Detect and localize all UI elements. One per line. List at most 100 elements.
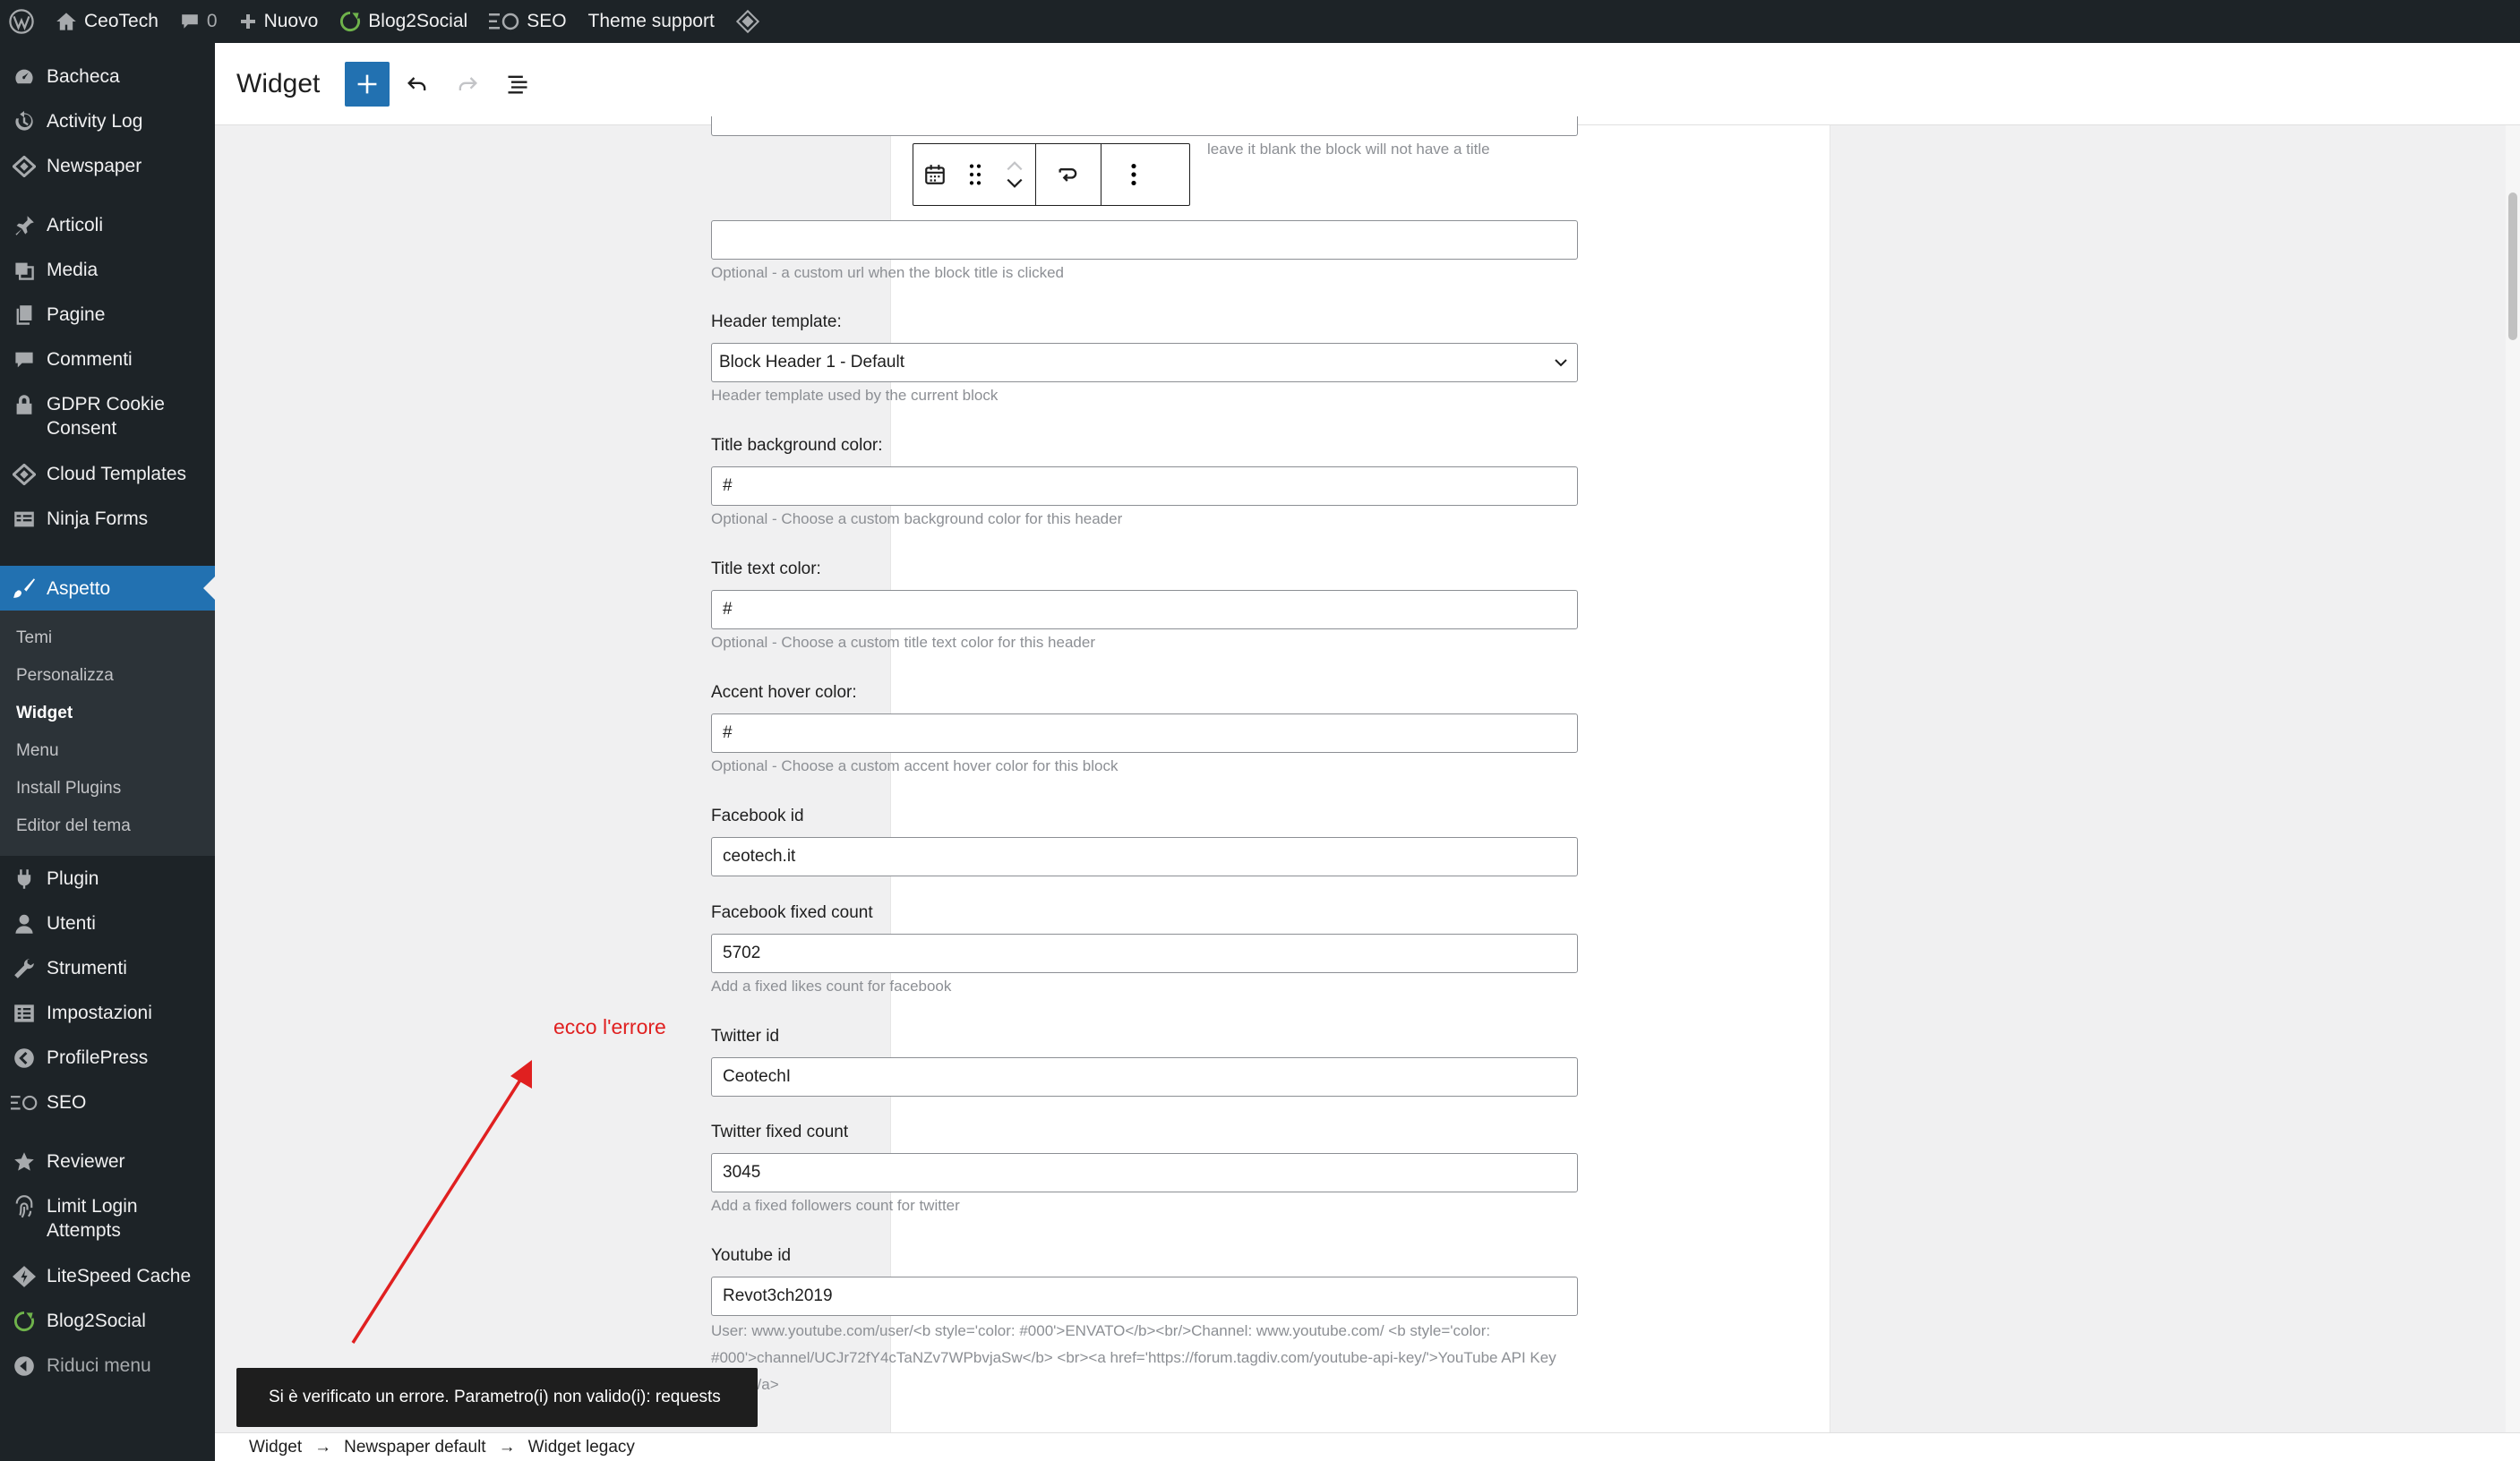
sidebar-item-seo[interactable]: SEO bbox=[0, 1090, 215, 1149]
twitter-id-input[interactable]: CeotechI bbox=[711, 1057, 1578, 1097]
twitter-count-help: Add a fixed followers count for twitter bbox=[711, 1197, 960, 1214]
sidebar-item-limit-login[interactable]: Limit Login Attempts bbox=[0, 1194, 215, 1264]
scrollbar-thumb[interactable] bbox=[2508, 192, 2517, 340]
block-type-button[interactable] bbox=[913, 144, 956, 205]
annotation-arrow bbox=[351, 1060, 532, 1344]
title-bg-color-input[interactable]: # bbox=[711, 466, 1578, 506]
collapse-menu-button[interactable]: Riduci menu bbox=[0, 1354, 215, 1398]
sidebar-item-label: Utenti bbox=[47, 913, 96, 934]
breadcrumb-separator: → bbox=[314, 1437, 332, 1457]
facebook-count-input[interactable]: 5702 bbox=[711, 934, 1578, 973]
submenu-item-install-plugins[interactable]: Install Plugins bbox=[0, 770, 215, 807]
sidebar-item-strumenti[interactable]: Strumenti bbox=[0, 956, 215, 1001]
sidebar-item-litespeed[interactable]: LiteSpeed Cache bbox=[0, 1264, 215, 1309]
comment-icon bbox=[182, 14, 198, 29]
title-text-color-field: Title text color: # Optional - Choose a … bbox=[711, 558, 1578, 656]
sidebar-item-label: GDPR Cookie Consent bbox=[47, 394, 165, 439]
sidebar-item-utenti[interactable]: Utenti bbox=[0, 911, 215, 956]
sidebar-item-label: Media bbox=[47, 260, 99, 280]
wordpress-logo[interactable] bbox=[0, 0, 45, 43]
calendar-icon bbox=[925, 165, 945, 184]
sidebar-item-label: Activity Log bbox=[47, 111, 143, 132]
dashboard-icon bbox=[11, 64, 38, 89]
sidebar-item-media[interactable]: Media bbox=[0, 258, 215, 303]
comments-link[interactable]: 0 bbox=[169, 0, 228, 43]
title-text-color-help: Optional - Choose a custom title text co… bbox=[711, 634, 1095, 651]
facebook-count-field: Facebook fixed count 5702 Add a fixed li… bbox=[711, 901, 1578, 1000]
sidebar-item-ninja-forms[interactable]: Ninja Forms bbox=[0, 507, 215, 566]
sidebar-item-label: Blog2Social bbox=[47, 1311, 146, 1331]
accent-hover-color-input[interactable]: # bbox=[711, 713, 1578, 753]
sidebar-item-cloud-templates[interactable]: Cloud Templates bbox=[0, 462, 215, 507]
sidebar-item-profilepress[interactable]: ProfilePress bbox=[0, 1046, 215, 1090]
tools-icon bbox=[11, 956, 38, 980]
sidebar-item-gdpr[interactable]: GDPR Cookie Consent bbox=[0, 392, 215, 462]
sidebar-item-pagine[interactable]: Pagine bbox=[0, 303, 215, 347]
blog2social-link[interactable]: Blog2Social bbox=[329, 0, 478, 43]
youtube-id-input[interactable]: Revot3ch2019 bbox=[711, 1277, 1578, 1316]
site-name-link[interactable]: CeoTech bbox=[45, 0, 169, 43]
title-text-color-label: Title text color: bbox=[711, 560, 821, 578]
facebook-count-help: Add a fixed likes count for facebook bbox=[711, 978, 952, 995]
twitter-count-input[interactable]: 3045 bbox=[711, 1153, 1578, 1192]
submenu-item-temi[interactable]: Temi bbox=[0, 619, 215, 657]
submenu-item-editor-del-tema[interactable]: Editor del tema bbox=[0, 807, 215, 845]
sidebar-item-label: Commenti bbox=[47, 349, 133, 370]
sidebar-item-impostazioni[interactable]: Impostazioni bbox=[0, 1001, 215, 1046]
diamond-icon bbox=[735, 10, 759, 33]
sidebar-item-aspetto[interactable]: Aspetto bbox=[0, 566, 215, 611]
sidebar-item-blog2social[interactable]: Blog2Social bbox=[0, 1309, 215, 1354]
tagdiv-link[interactable] bbox=[725, 0, 770, 43]
newspaper-icon bbox=[11, 154, 38, 178]
more-options-button[interactable] bbox=[1101, 144, 1166, 205]
convert-icon bbox=[1059, 168, 1077, 182]
sidebar-item-activity-log[interactable]: Activity Log bbox=[0, 109, 215, 154]
seo-link[interactable]: SEO bbox=[478, 0, 577, 43]
error-snackbar[interactable]: Si è verificato un errore. Parametro(i) … bbox=[236, 1368, 758, 1427]
sidebar-item-reviewer[interactable]: Reviewer bbox=[0, 1149, 215, 1194]
submenu-item-widget[interactable]: Widget bbox=[0, 695, 215, 732]
sidebar-item-label: Articoli bbox=[47, 215, 104, 235]
sidebar-item-bacheca[interactable]: Bacheca bbox=[0, 64, 215, 109]
facebook-id-label: Facebook id bbox=[711, 807, 804, 825]
more-vertical-icon bbox=[1131, 163, 1136, 186]
add-block-button[interactable] bbox=[345, 61, 390, 107]
sidebar-item-label: ProfilePress bbox=[47, 1047, 149, 1068]
list-view-button[interactable] bbox=[495, 62, 540, 107]
convert-block-button[interactable] bbox=[1036, 144, 1101, 205]
error-message: Si è verificato un errore. Parametro(i) … bbox=[269, 1388, 721, 1406]
theme-support-link[interactable]: Theme support bbox=[578, 0, 725, 43]
block-toolbar bbox=[913, 143, 1190, 206]
comments-icon bbox=[11, 347, 38, 372]
move-up-icon[interactable] bbox=[1005, 159, 1024, 172]
undo-button[interactable] bbox=[395, 62, 440, 107]
drag-handle[interactable] bbox=[956, 144, 994, 205]
breadcrumb-item-widget[interactable]: Widget bbox=[249, 1438, 302, 1457]
collapse-icon bbox=[11, 1354, 38, 1378]
sidebar-item-commenti[interactable]: Commenti bbox=[0, 347, 215, 392]
sidebar-item-articoli[interactable]: Articoli bbox=[0, 213, 215, 258]
redo-button[interactable] bbox=[445, 62, 490, 107]
sidebar-item-label: Plugin bbox=[47, 868, 99, 889]
header-template-help: Header template used by the current bloc… bbox=[711, 387, 999, 404]
new-content-link[interactable]: Nuovo bbox=[228, 0, 330, 43]
sidebar-item-label: Pagine bbox=[47, 304, 106, 325]
block-title-input[interactable] bbox=[711, 116, 1578, 136]
move-down-icon[interactable] bbox=[1005, 177, 1024, 190]
custom-url-input[interactable] bbox=[711, 220, 1578, 260]
title-text-color-input[interactable]: # bbox=[711, 590, 1578, 629]
facebook-id-input[interactable]: ceotech.it bbox=[711, 837, 1578, 876]
twitter-id-label: Twitter id bbox=[711, 1027, 780, 1046]
sidebar-item-plugin[interactable]: Plugin bbox=[0, 867, 215, 911]
youtube-id-label: Youtube id bbox=[711, 1246, 792, 1265]
breadcrumb-item-widget-legacy[interactable]: Widget legacy bbox=[528, 1438, 635, 1457]
breadcrumb-item-newspaper-default[interactable]: Newspaper default bbox=[344, 1438, 485, 1457]
sidebar-item-newspaper[interactable]: Newspaper bbox=[0, 154, 215, 213]
sidebar-item-label: Cloud Templates bbox=[47, 464, 187, 484]
move-controls bbox=[994, 144, 1035, 205]
header-template-select[interactable]: Block Header 1 - Default bbox=[711, 343, 1578, 382]
custom-url-field: Optional - a custom url when the block t… bbox=[711, 220, 1578, 286]
submenu-item-menu[interactable]: Menu bbox=[0, 732, 215, 770]
submenu-item-personalizza[interactable]: Personalizza bbox=[0, 657, 215, 695]
canvas-scrollbar[interactable] bbox=[2506, 125, 2520, 1432]
